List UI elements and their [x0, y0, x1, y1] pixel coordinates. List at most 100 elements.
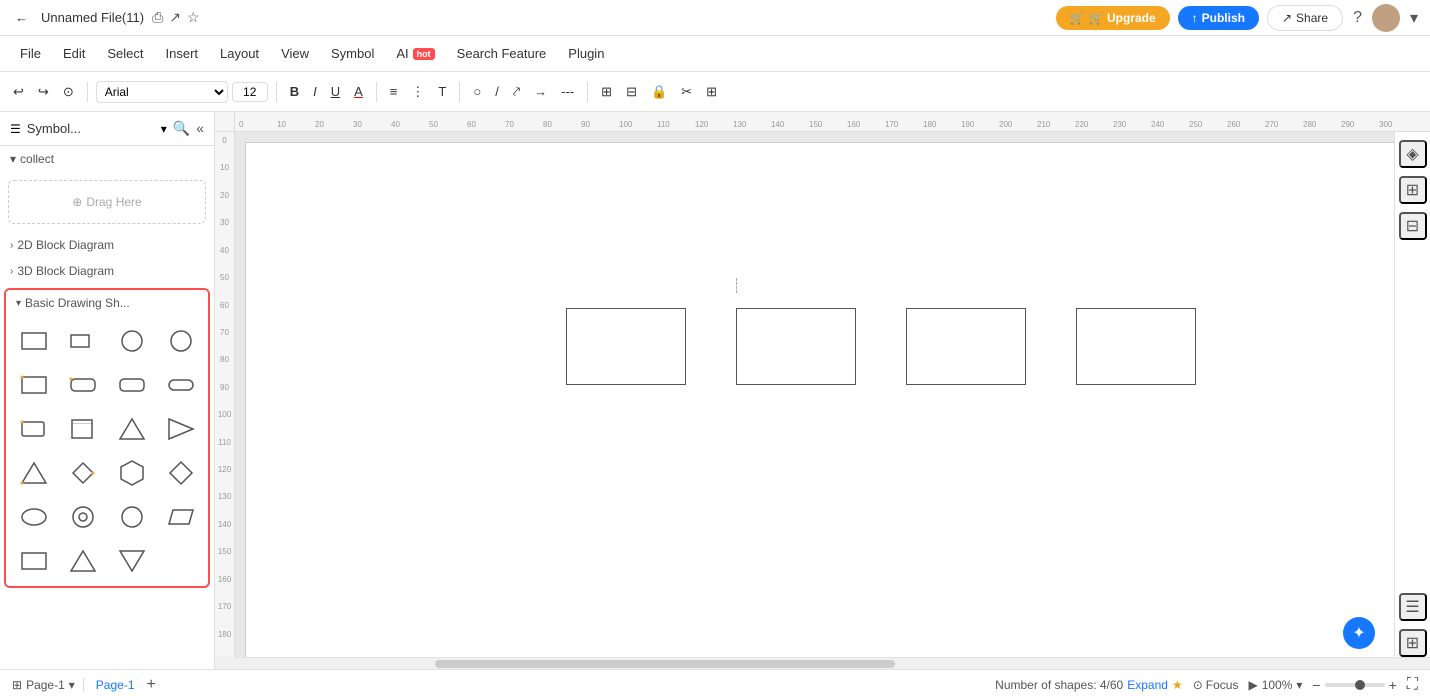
shape-circle[interactable]	[108, 320, 155, 362]
dash-button[interactable]: ---	[556, 81, 579, 102]
shape-rectangle[interactable]	[10, 320, 57, 362]
right-panel-btn-1[interactable]: ◈	[1399, 140, 1427, 168]
lock-button[interactable]: 🔒	[646, 81, 672, 103]
current-page-name[interactable]: Page-1	[96, 678, 135, 692]
menu-select[interactable]: Select	[97, 42, 153, 65]
avatar[interactable]	[1372, 4, 1400, 32]
align-center-button[interactable]: ⋮	[406, 81, 429, 103]
share-button[interactable]: ↗ Share	[1267, 5, 1343, 31]
history-button[interactable]: ⊙	[58, 81, 79, 103]
expand-link[interactable]: Expand	[1127, 678, 1168, 692]
underline-button[interactable]: U	[326, 81, 345, 102]
canvas-shape-4[interactable]	[1076, 308, 1196, 385]
circle-button[interactable]: ○	[468, 81, 486, 102]
menu-file[interactable]: File	[10, 42, 51, 65]
shape-diamond-small[interactable]	[59, 452, 106, 494]
zoom-plus-button[interactable]: +	[1389, 677, 1397, 693]
canvas-scroll[interactable]: ✦	[235, 132, 1394, 657]
menu-plugin[interactable]: Plugin	[558, 42, 614, 65]
menu-insert[interactable]: Insert	[156, 42, 209, 65]
shape-triangle4[interactable]	[108, 540, 155, 582]
zoom-dropdown[interactable]: ▾	[1296, 678, 1302, 692]
scrollbar-thumb[interactable]	[435, 660, 895, 668]
blue-circle-button[interactable]: ✦	[1343, 617, 1375, 649]
canvas-shape-1[interactable]	[566, 308, 686, 385]
shape-ellipse[interactable]	[10, 496, 57, 538]
zoom-slider[interactable]	[1325, 683, 1385, 687]
font-size-input[interactable]	[232, 82, 268, 102]
sidebar-section-collect[interactable]: ▾ collect	[0, 146, 214, 172]
font-color-button[interactable]: A	[349, 81, 368, 102]
search-icon[interactable]: 🔍	[173, 120, 190, 137]
canvas-white-area[interactable]	[245, 142, 1394, 657]
help-button[interactable]: ?	[1351, 7, 1364, 29]
history-icon[interactable]: ⎙	[152, 9, 163, 26]
shape-rect2[interactable]	[10, 364, 57, 406]
shape-hexagon[interactable]	[108, 452, 155, 494]
right-panel-btn-list[interactable]: ☰	[1399, 593, 1427, 621]
right-panel-btn-2[interactable]: ⊞	[1399, 176, 1427, 204]
upgrade-button[interactable]: 🛒 🛒 Upgrade	[1056, 6, 1170, 30]
add-page-button[interactable]: +	[147, 676, 156, 694]
text-button[interactable]: T	[433, 81, 451, 102]
shape-rect-small[interactable]	[59, 320, 106, 362]
menu-search-feature[interactable]: Search Feature	[447, 42, 557, 65]
menu-layout[interactable]: Layout	[210, 42, 269, 65]
sidebar-category-3d[interactable]: › 3D Block Diagram	[0, 258, 214, 284]
font-family-select[interactable]: Arial Times New Roman Helvetica	[96, 81, 228, 103]
zoom-minus-button[interactable]: −	[1312, 677, 1320, 693]
page-dropdown[interactable]: ▾	[69, 678, 75, 692]
more-button[interactable]: ⊞	[701, 81, 722, 103]
sidebar-category-2d[interactable]: › 2D Block Diagram	[0, 232, 214, 258]
redo-button[interactable]: ↪	[33, 81, 54, 103]
menu-ai[interactable]: AI hot	[386, 42, 444, 65]
line-button[interactable]: /	[490, 81, 504, 102]
arrow-button[interactable]: →	[529, 81, 552, 102]
play-button[interactable]: ▶	[1248, 678, 1257, 692]
ruler-numbers: 0 10 20 30 40 50 60 70 80 90 100 110 120…	[235, 120, 1417, 129]
menu-symbol[interactable]: Symbol	[321, 42, 384, 65]
shape-triangle-right[interactable]	[157, 408, 204, 450]
dropdown-button[interactable]: ▾	[1408, 6, 1420, 30]
back-button[interactable]: ←	[10, 7, 33, 28]
align-left-button[interactable]: ≡	[385, 81, 403, 102]
table-button[interactable]: ⊞	[596, 81, 617, 103]
shape-triangle[interactable]	[108, 408, 155, 450]
sidebar-dropdown-icon[interactable]: ▾	[161, 122, 167, 136]
shape-stadium[interactable]	[157, 364, 204, 406]
layer-button[interactable]: ⊟	[621, 81, 642, 103]
canvas-shape-2[interactable]	[736, 308, 856, 385]
right-panel-btn-flow[interactable]: ⊞	[1399, 629, 1427, 657]
shape-parallelogram[interactable]	[157, 496, 204, 538]
delete-button[interactable]: ✂	[676, 81, 697, 103]
star-icon[interactable]: ☆	[187, 9, 200, 26]
shape-circle-outline[interactable]	[157, 320, 204, 362]
canvas-shape-3[interactable]	[906, 308, 1026, 385]
publish-button[interactable]: ↑ Publish	[1178, 6, 1259, 30]
shape-triangle2[interactable]	[10, 452, 57, 494]
right-panel-btn-3[interactable]: ⊟	[1399, 212, 1427, 240]
shape-triangle3[interactable]	[59, 540, 106, 582]
menu-edit[interactable]: Edit	[53, 42, 95, 65]
external-link-icon[interactable]: ↗	[169, 9, 181, 26]
shape-rounded-rect2[interactable]	[108, 364, 155, 406]
shape-scroll[interactable]	[10, 408, 57, 450]
scrollbar-horizontal[interactable]	[235, 657, 1430, 669]
right-panel: ◈ ⊞ ⊟ ☰ ⊞	[1394, 132, 1430, 657]
italic-button[interactable]: I	[308, 81, 322, 102]
shape-rect3[interactable]	[10, 540, 57, 582]
focus-button[interactable]: ⊙ Focus	[1193, 678, 1239, 692]
bold-button[interactable]: B	[285, 81, 304, 102]
shape-note[interactable]	[59, 408, 106, 450]
connector-button[interactable]: ⤤	[508, 81, 525, 103]
drag-here-area[interactable]: ⊕ Drag Here	[8, 180, 206, 224]
basic-drawing-header[interactable]: ▾ Basic Drawing Sh...	[6, 290, 208, 316]
shape-diamond[interactable]	[157, 452, 204, 494]
shape-circle3[interactable]	[108, 496, 155, 538]
shape-circle2[interactable]	[59, 496, 106, 538]
undo-button[interactable]: ↩	[8, 81, 29, 103]
fullscreen-button[interactable]: ⛶	[1407, 676, 1418, 694]
menu-view[interactable]: View	[271, 42, 319, 65]
shape-rounded-rect[interactable]	[59, 364, 106, 406]
collapse-icon[interactable]: «	[196, 120, 204, 137]
